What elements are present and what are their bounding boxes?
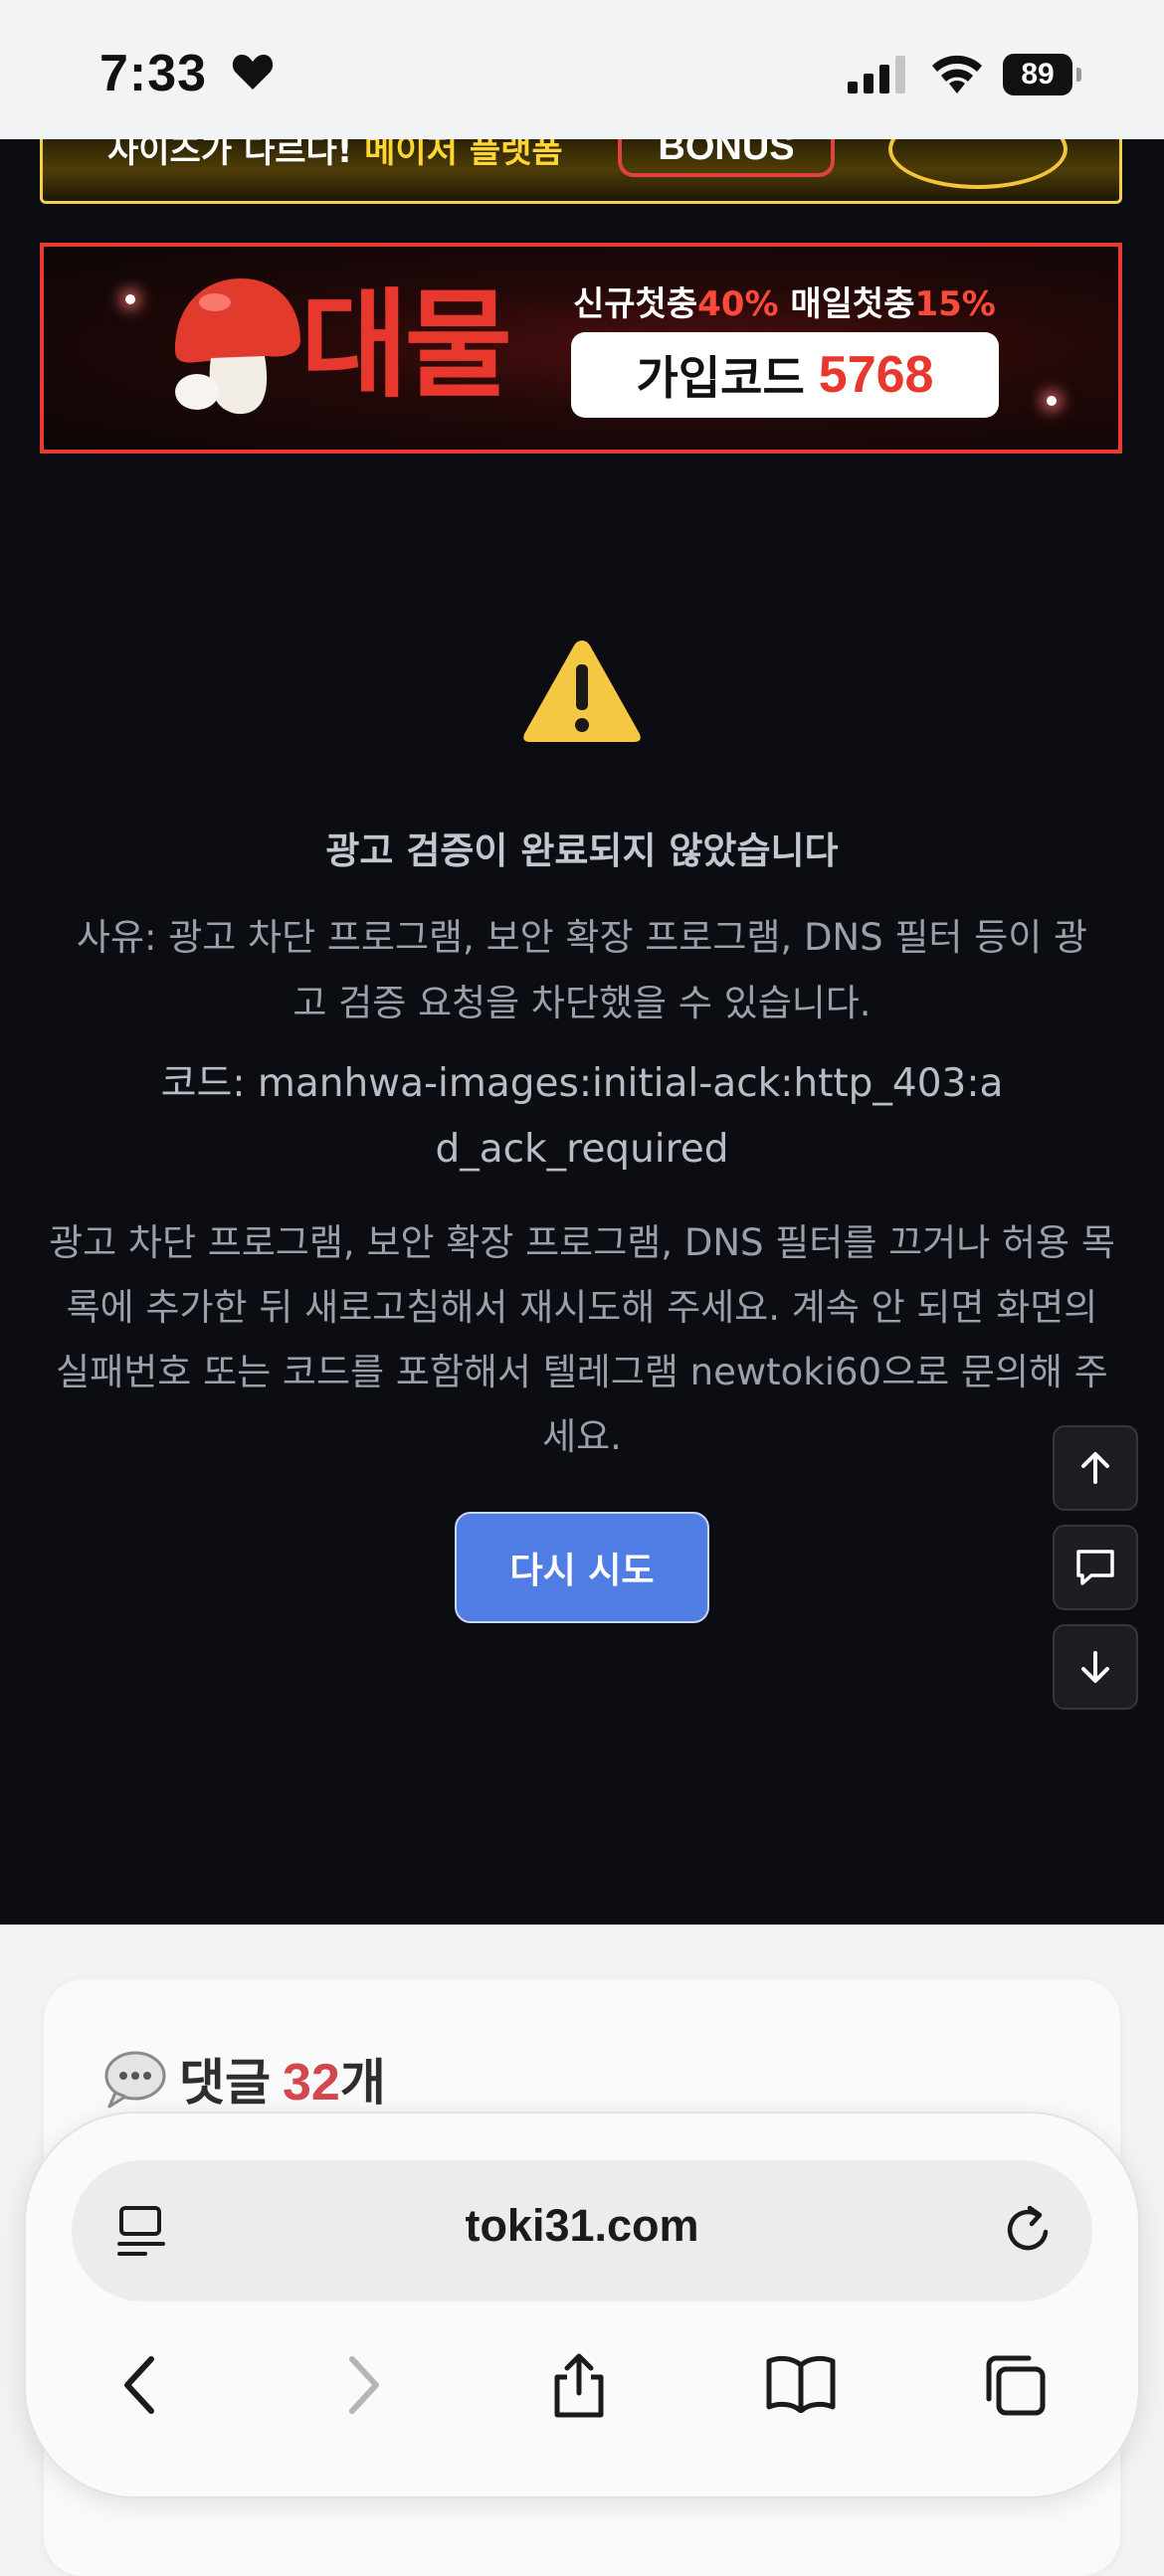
mushroom-icon	[175, 278, 300, 415]
signup-code-value: 5768	[818, 346, 934, 404]
chat-bubble-icon	[1076, 1550, 1114, 1585]
ad-banner-promo-text: 신규첫충40% 매일첫충15%	[573, 276, 996, 325]
promo-1-value: 40%	[697, 284, 779, 324]
battery-level: 89	[1003, 54, 1072, 95]
promo-1-label: 신규첫충	[573, 284, 698, 324]
arrow-down-icon	[1081, 1651, 1109, 1683]
error-title: 광고 검증이 완료되지 않았습니다	[325, 829, 839, 872]
signup-code-box: 가입코드 5768	[571, 332, 999, 418]
warning-icon	[523, 641, 641, 742]
sparkle-decoration	[125, 294, 135, 304]
ad-banner-top-white-text: 사이즈가 다르다!	[107, 139, 353, 171]
retry-button[interactable]: 다시 시도	[455, 1512, 709, 1623]
back-icon[interactable]	[117, 2353, 161, 2417]
battery-indicator: 89	[1003, 54, 1081, 95]
bookmarks-icon[interactable]	[766, 2353, 836, 2413]
signup-code-label: 가입코드	[636, 351, 805, 405]
url-text[interactable]: toki31.com	[0, 2200, 1164, 2252]
ad-banner-coin-graphic	[888, 139, 1067, 189]
ad-banner-top-yellow-text: 메이저 플랫폼	[364, 139, 563, 171]
speech-bubble-icon	[104, 2051, 166, 2109]
wifi-icon	[932, 55, 982, 93]
heart-icon	[232, 55, 274, 90]
ad-banner-bonus-label: BONUS	[618, 139, 835, 177]
tabs-icon[interactable]	[983, 2353, 1049, 2419]
comments-jump-button[interactable]	[1053, 1525, 1138, 1610]
share-icon[interactable]	[549, 2353, 609, 2419]
battery-cap	[1076, 68, 1081, 82]
ad-banner-top[interactable]: 사이즈가 다르다! 메이저 플랫폼 BONUS	[40, 139, 1122, 204]
comments-count: 32	[283, 2054, 340, 2112]
promo-2-value: 15%	[914, 284, 996, 324]
ad-banner-main-title: 대물	[300, 276, 512, 414]
forward-icon[interactable]	[342, 2353, 386, 2417]
ad-banner-top-text: 사이즈가 다르다! 메이저 플랫폼	[107, 139, 563, 172]
cellular-signal-icon	[848, 56, 905, 93]
error-help-text: 광고 차단 프로그램, 보안 확장 프로그램, DNS 필터를 끄거나 허용 목…	[49, 1221, 1115, 1458]
reload-icon[interactable]	[1000, 2202, 1056, 2258]
status-bar: 7:33 89	[0, 0, 1164, 139]
comments-header: 댓글 32개	[103, 2043, 386, 2115]
error-code: 코드: manhwa-images:initial-ack:http_403:a…	[160, 1061, 1004, 1172]
sparkle-decoration	[1047, 396, 1057, 406]
scroll-to-top-button[interactable]	[1053, 1425, 1138, 1511]
arrow-up-icon	[1081, 1452, 1109, 1484]
status-time: 7:33	[99, 45, 208, 102]
comments-title: 댓글	[179, 2054, 271, 2112]
ad-banner-main[interactable]: 대물 신규첫충40% 매일첫충15% 가입코드 5768	[40, 243, 1122, 454]
promo-2-label: 매일첫충	[790, 284, 915, 324]
scroll-to-bottom-button[interactable]	[1053, 1624, 1138, 1710]
comments-count-unit: 개	[339, 2054, 386, 2112]
error-reason: 사유: 광고 차단 프로그램, 보안 확장 프로그램, DNS 필터 등이 광고…	[76, 916, 1088, 1024]
